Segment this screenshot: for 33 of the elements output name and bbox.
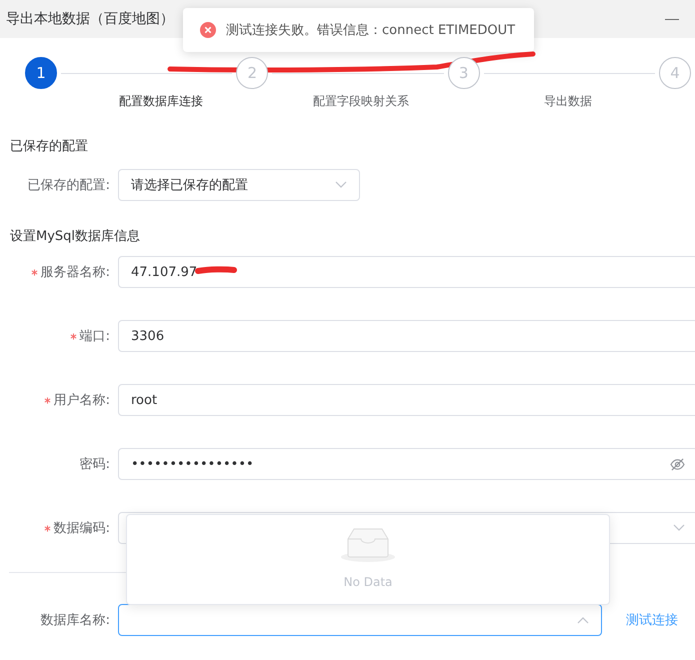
chevron-down-icon (673, 524, 685, 532)
chevron-up-icon (577, 616, 589, 624)
field-label: 数据库名称: (40, 612, 110, 629)
input-field[interactable]: root (118, 384, 695, 416)
input-field[interactable]: 47.107.97 (118, 256, 695, 288)
section-heading: 已保存的配置 (10, 138, 89, 155)
step-label: 配置字段映射关系 (313, 93, 409, 110)
toast-message: 测试连接失败。错误信息：connect ETIMEDOUT (226, 22, 516, 39)
error-icon (200, 22, 216, 38)
field-label: 数据编码: (54, 520, 110, 537)
section-heading: 设置MySql数据库信息 (10, 228, 142, 245)
step-label: 配置数据库连接 (119, 93, 203, 110)
empty-inbox-icon (340, 527, 396, 563)
minimize-icon[interactable] (665, 18, 679, 20)
step-circle: 1 (25, 57, 57, 89)
saved-config-select[interactable]: 请选择已保存的配置 (118, 169, 360, 201)
input-field[interactable]: 3306 (118, 320, 695, 352)
database-select[interactable] (118, 604, 602, 636)
field-label: 已保存的配置: (28, 177, 110, 194)
step-circle: 2 (236, 57, 268, 89)
password-field[interactable]: •••••••••••••••• (118, 448, 695, 480)
window-title: 导出本地数据（百度地图） (6, 10, 174, 28)
field-label: 服务器名称: (40, 264, 110, 281)
empty-text: No Data (344, 575, 392, 589)
field-label: 密码: (80, 456, 110, 473)
redaction-scribble (195, 266, 237, 276)
chevron-down-icon (335, 181, 347, 189)
step-label: 导出数据 (544, 93, 592, 110)
step-circle: 4 (658, 57, 691, 89)
field-label: 用户名称: (54, 392, 110, 409)
step-circle: 3 (448, 57, 480, 89)
eye-slash-icon[interactable] (670, 458, 685, 470)
field-label: 端口: (80, 328, 110, 345)
